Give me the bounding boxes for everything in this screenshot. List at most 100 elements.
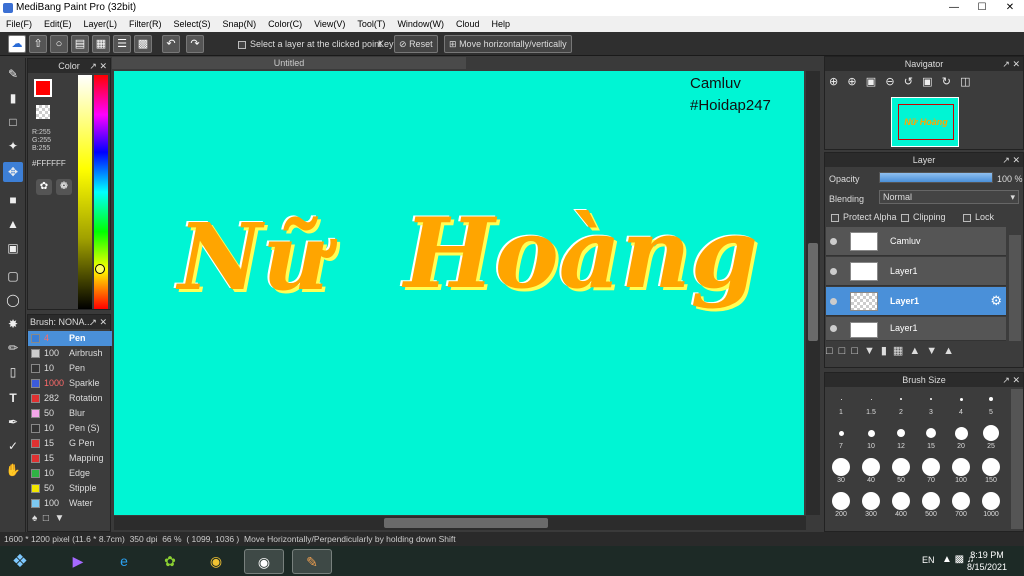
panel-buttons-icon[interactable]: ↗ ✕ [89,315,107,329]
zoom-out-icon[interactable]: ⊖ [885,76,894,88]
brush-size-option[interactable]: 150 [977,457,1005,487]
dropper-icon[interactable]: ✓ [3,436,23,456]
visibility-icon[interactable] [830,268,837,275]
folder-icon[interactable]: ▮ [881,345,893,357]
brush-size-scrollbar[interactable] [1011,389,1023,529]
rotate-right-icon[interactable]: ↻ [942,76,951,88]
brush-size-option[interactable]: 40 [857,457,885,487]
brush-size-option[interactable]: 50 [887,457,915,487]
brush-item[interactable]: 4 Pen [28,331,120,346]
flip-icon[interactable]: ◫ [960,76,970,88]
lasso-tool-icon[interactable]: ◯ [3,290,23,310]
brush-item[interactable]: 100 Water [28,496,120,511]
brush-size-option[interactable]: 500 [917,491,945,521]
comment-icon[interactable]: ▤ [71,35,89,53]
select-rect-icon[interactable]: ▢ [3,266,23,286]
new-layer-icon[interactable]: □ [826,345,839,357]
clock[interactable]: 8:19 PM 8/15/2021 [960,549,1014,573]
brush-size-option[interactable]: 700 [947,491,975,521]
canvas-hscrollbar[interactable] [114,516,806,530]
brush-size-option[interactable]: 5 [977,389,1005,419]
upload-icon[interactable]: ⇧ [29,35,47,53]
gradient-tool-icon[interactable]: ▣ [3,238,23,258]
layer-row[interactable]: Layer1 [826,257,1006,286]
lock-checkbox[interactable]: Lock [963,212,994,222]
brush-size-option[interactable]: 1.5 [857,389,885,419]
hue-handle[interactable] [95,264,105,274]
brush-size-option[interactable]: 10 [857,423,885,453]
brush-size-option[interactable]: 200 [827,491,855,521]
brush-size-option[interactable]: 15 [917,423,945,453]
rotate-left-icon[interactable]: ↺ [904,76,913,88]
brightness-bar[interactable] [78,75,92,309]
brush-size-option[interactable]: 100 [947,457,975,487]
move-up-icon[interactable]: ▲ [909,345,926,357]
reset-view-icon[interactable]: ▣ [922,76,932,88]
brush-size-option[interactable]: 1000 [977,491,1005,521]
panel-buttons-icon[interactable]: ↗ ✕ [1002,153,1020,167]
canvas-vscrollbar[interactable] [806,71,820,515]
cloud-icon[interactable]: ☁ [8,35,26,53]
move-hv-button[interactable]: ⊞ Move horizontally/vertically [444,35,572,53]
text-tool-icon[interactable]: T [3,388,23,408]
menu-snap[interactable]: Snap(N) [217,16,263,32]
brush-size-option[interactable]: 2 [887,389,915,419]
brush-size-option[interactable]: 1 [827,389,855,419]
brush-item[interactable]: 1000 Sparkle [28,376,120,391]
layer-list-scrollbar[interactable] [1009,235,1021,341]
brush-size-option[interactable]: 25 [977,423,1005,453]
menu-tool[interactable]: Tool(T) [351,16,391,32]
panel-buttons-icon[interactable]: ↗ ✕ [1002,57,1020,71]
vscroll-thumb[interactable] [808,243,818,341]
layer-row[interactable]: Camluv [826,227,1006,256]
document-icon[interactable]: ▦ [92,35,110,53]
brush-item[interactable]: 15 G Pen [28,436,120,451]
visibility-icon[interactable] [830,325,837,332]
copy-layer-icon[interactable]: □ [851,345,864,357]
zoom-in-icon[interactable]: ⊕ [847,76,856,88]
hand-tool-icon[interactable]: ✋ [3,460,23,480]
brush-item[interactable]: 282 Rotation [28,391,120,406]
menu-view[interactable]: View(V) [308,16,351,32]
redo-icon[interactable]: ↷ [186,35,204,53]
fit-window-icon[interactable]: ▣ [866,76,876,88]
panel-buttons-icon[interactable]: ↗ ✕ [1002,373,1020,387]
drawing-canvas[interactable]: Camluv #Hoidap247 Nữ Hoàng [114,71,804,515]
minimize-button[interactable]: — [940,0,968,16]
menu-help[interactable]: Help [485,16,516,32]
eraser-tool-icon[interactable]: ▮ [3,88,23,108]
panel-buttons-icon[interactable]: ↗ ✕ [89,59,107,73]
brush-item[interactable]: 50 Blur [28,406,120,421]
brush-item[interactable]: 50 Stipple [28,481,120,496]
brush-size-option[interactable]: 4 [947,389,975,419]
brush-size-option[interactable]: 3 [917,389,945,419]
navigator-preview[interactable]: Nữ Hoàng [891,97,959,147]
close-button[interactable]: ✕ [996,0,1024,16]
undo-icon[interactable]: ↶ [162,35,180,53]
layer-row[interactable]: Layer1 [826,317,1006,341]
paint-taskbar-icon[interactable]: ✎ [292,549,332,574]
primary-color-swatch[interactable] [34,79,52,97]
fill-rect-icon[interactable]: ■ [3,190,23,210]
reset-button[interactable]: ⊘ Reset [394,35,438,53]
chat-icon[interactable]: ○ [50,35,68,53]
magic-wand-icon[interactable]: ✸ [3,314,23,334]
brush-size-option[interactable]: 300 [857,491,885,521]
select-layer-checkbox[interactable]: Select a layer at the clicked point [238,39,382,49]
rect-tool-icon[interactable]: □ [3,112,23,132]
opacity-slider[interactable] [879,172,993,183]
list-icon[interactable]: ☰ [113,35,131,53]
zoom-fit-icon[interactable]: ⊕ [829,76,838,88]
brush-size-option[interactable]: 20 [947,423,975,453]
brush-item[interactable]: 10 Edge [28,466,120,481]
color-wheel-icon[interactable]: ❁ [56,179,72,195]
visual-studio-icon[interactable]: ▶ [58,549,98,574]
brush-size-option[interactable]: 12 [887,423,915,453]
chrome-icon[interactable]: ◉ [196,549,236,574]
new-layer-icon-2[interactable]: □ [839,345,852,357]
bucket-tool-icon[interactable]: ▲ [3,214,23,234]
eyedropper-icon[interactable]: ✒ [3,412,23,432]
menu-select[interactable]: Select(S) [168,16,217,32]
menu-window[interactable]: Window(W) [391,16,450,32]
menu-filter[interactable]: Filter(R) [123,16,168,32]
